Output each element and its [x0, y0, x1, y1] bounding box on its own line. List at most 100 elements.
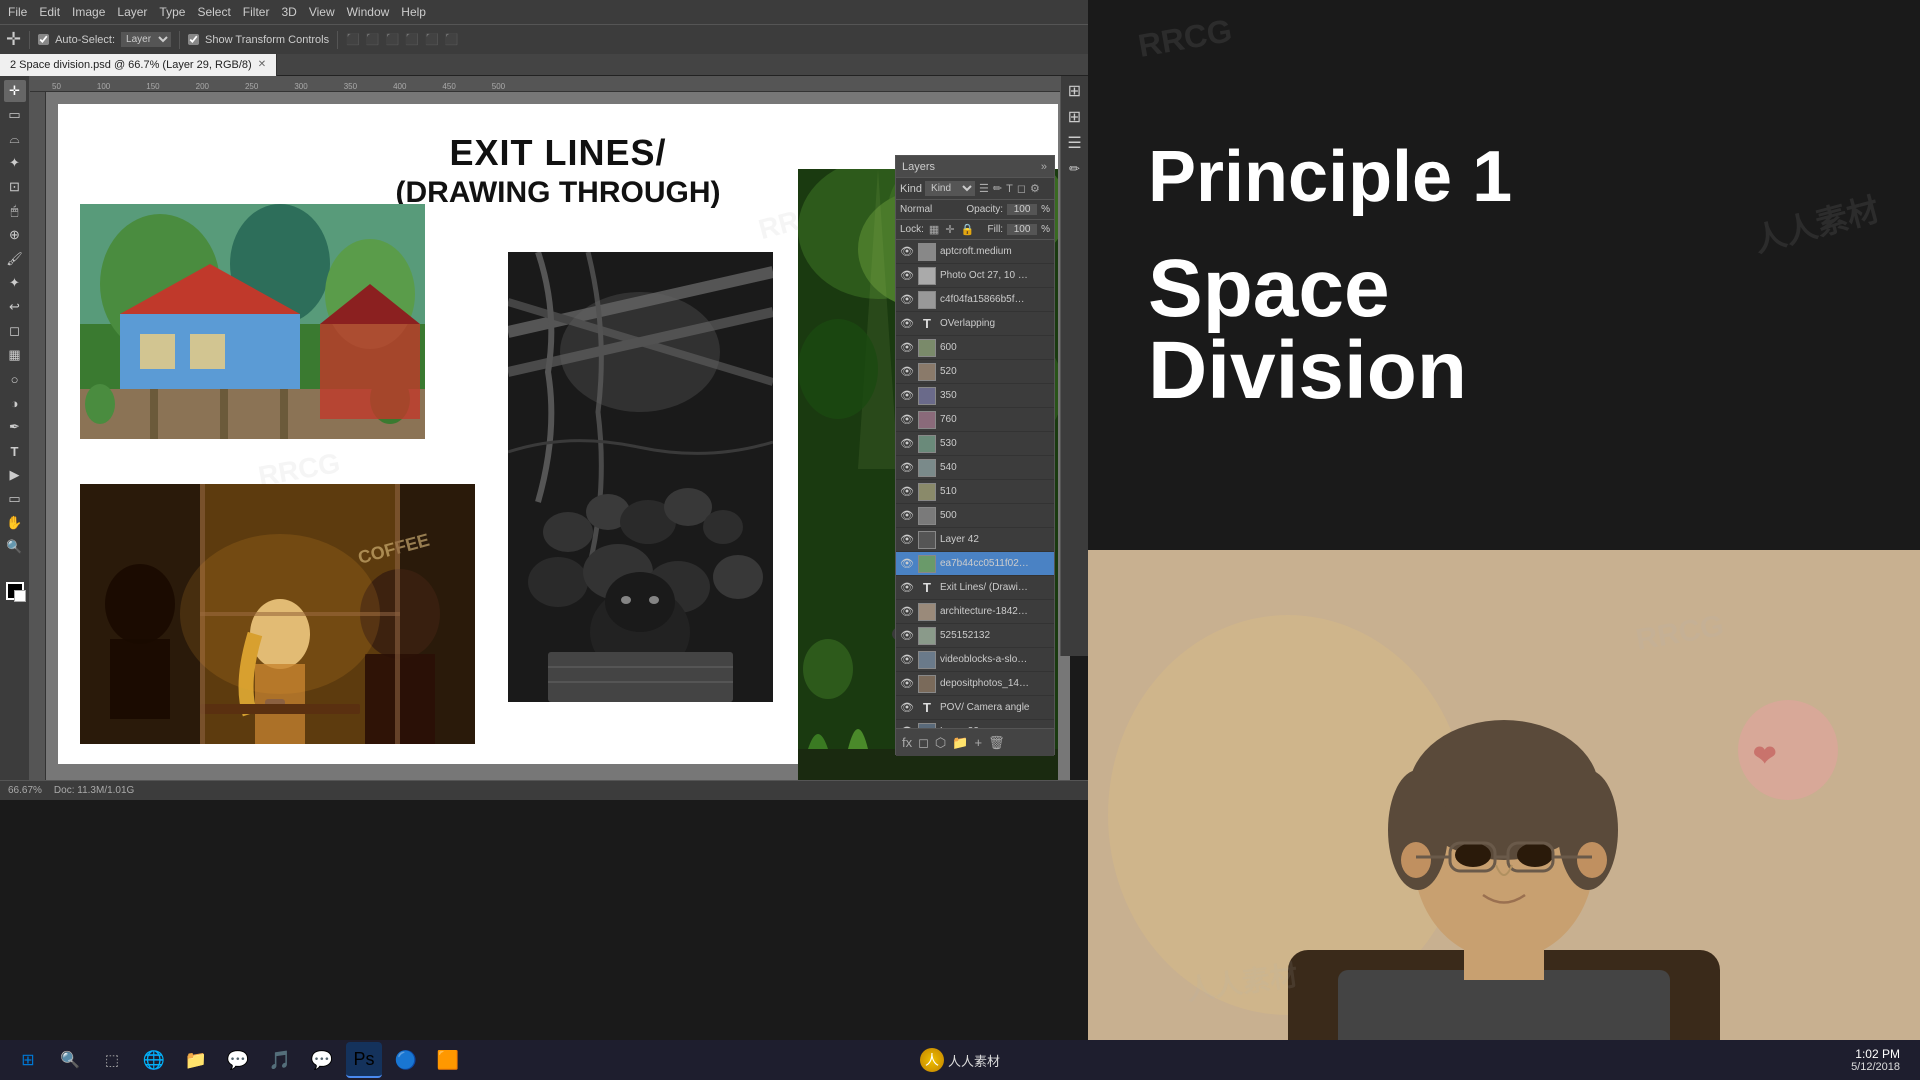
layer-visibility-toggle[interactable]: 👁	[900, 437, 914, 451]
blur-tool[interactable]: ○	[4, 368, 26, 390]
shape-filter-icon[interactable]: ◻	[1016, 181, 1027, 196]
layer-item[interactable]: 👁 videoblocks-a-slow-pus...	[896, 648, 1054, 672]
layer-mask-icon[interactable]: ◻	[918, 735, 929, 751]
align-top-icon[interactable]: ⬛	[405, 33, 419, 46]
menu-file[interactable]: File	[8, 5, 27, 19]
taskbar-messages[interactable]: 💬	[220, 1042, 256, 1078]
crop-tool[interactable]: ⊡	[4, 176, 26, 198]
auto-select-checkbox[interactable]	[38, 34, 49, 45]
layer-item[interactable]: 👁 540	[896, 456, 1054, 480]
pixel-filter-icon[interactable]: ☰	[978, 181, 990, 196]
menu-3d[interactable]: 3D	[281, 5, 296, 19]
layer-adjustment-icon[interactable]: ⬡	[935, 735, 946, 751]
menu-window[interactable]: Window	[347, 5, 390, 19]
align-bottom-icon[interactable]: ⬛	[445, 33, 459, 46]
align-left-icon[interactable]: ⬛	[346, 33, 360, 46]
pen-tool[interactable]: ✒	[4, 416, 26, 438]
taskbar-edge[interactable]: 🌐	[136, 1042, 172, 1078]
menu-layer[interactable]: Layer	[117, 5, 147, 19]
move-tool-icon[interactable]: ✛	[6, 29, 21, 50]
layer-item[interactable]: 👁 T POV/ Camera angle	[896, 696, 1054, 720]
layer-visibility-toggle[interactable]: 👁	[900, 509, 914, 523]
layer-visibility-toggle[interactable]: 👁	[900, 557, 914, 571]
close-tab-icon[interactable]: ✕	[258, 59, 266, 70]
layer-visibility-toggle[interactable]: 👁	[900, 701, 914, 715]
layer-visibility-toggle[interactable]: 👁	[900, 269, 914, 283]
menu-select[interactable]: Select	[197, 5, 230, 19]
layer-item[interactable]: 👁 aptcroft.medium	[896, 240, 1054, 264]
layers-expand-icon[interactable]: »	[1040, 160, 1048, 174]
layer-item[interactable]: 👁 350	[896, 384, 1054, 408]
text-filter-icon[interactable]: T	[1005, 182, 1014, 196]
type-tool[interactable]: T	[4, 440, 26, 462]
shape-tool[interactable]: ▭	[4, 488, 26, 510]
gradient-tool[interactable]: ▦	[4, 344, 26, 366]
layer-delete-icon[interactable]: 🗑	[988, 735, 1005, 751]
layer-visibility-toggle[interactable]: 👁	[900, 485, 914, 499]
layer-new-icon[interactable]: +	[974, 735, 982, 750]
ps-grid-icon[interactable]: ⊞	[1064, 80, 1086, 102]
history-brush-tool[interactable]: ↩	[4, 296, 26, 318]
move-tool[interactable]: ✛	[4, 80, 26, 102]
layer-item[interactable]: 👁 520	[896, 360, 1054, 384]
select-rect-tool[interactable]: ▭	[4, 104, 26, 126]
menu-type[interactable]: Type	[159, 5, 185, 19]
layer-item[interactable]: 👁 Layer 42	[896, 528, 1054, 552]
menu-view[interactable]: View	[309, 5, 335, 19]
menu-filter[interactable]: Filter	[243, 5, 270, 19]
ps-grid2-icon[interactable]: ⊞	[1064, 106, 1086, 128]
layer-visibility-toggle[interactable]: 👁	[900, 389, 914, 403]
layer-item[interactable]: 👁 Photo Oct 27, 10 51 18 ...	[896, 264, 1054, 288]
taskbar-music[interactable]: 🎵	[262, 1042, 298, 1078]
show-transform-checkbox[interactable]	[188, 34, 199, 45]
layer-item[interactable]: 👁 500	[896, 504, 1054, 528]
dodge-tool[interactable]: ◑	[4, 392, 26, 414]
layer-item[interactable]: 👁 525152132	[896, 624, 1054, 648]
layer-item-active[interactable]: 👁 ea7b44cc0511f02af90ec...	[896, 552, 1054, 576]
eyedropper-tool[interactable]: 🖱	[4, 200, 26, 222]
layer-item[interactable]: 👁 architecture-1842279_5...	[896, 600, 1054, 624]
taskbar-photoshop[interactable]: Ps	[346, 1042, 382, 1078]
background-color[interactable]	[14, 590, 26, 602]
layer-visibility-toggle[interactable]: 👁	[900, 365, 914, 379]
layer-visibility-toggle[interactable]: 👁	[900, 293, 914, 307]
layer-visibility-toggle[interactable]: 👁	[900, 653, 914, 667]
adjustment-filter-icon[interactable]: ✏	[992, 181, 1003, 196]
layer-visibility-toggle[interactable]: 👁	[900, 413, 914, 427]
taskbar-start[interactable]: ⊞	[10, 1042, 46, 1078]
brush-tool[interactable]: 🖌	[4, 248, 26, 270]
layer-visibility-toggle[interactable]: 👁	[900, 533, 914, 547]
hand-tool[interactable]: ✋	[4, 512, 26, 534]
zoom-tool[interactable]: 🔍	[4, 536, 26, 558]
layer-item[interactable]: 👁 760	[896, 408, 1054, 432]
layer-item[interactable]: 👁 c4f04fa15866b5f3f3659...	[896, 288, 1054, 312]
lasso-tool[interactable]: ⌓	[4, 128, 26, 150]
layer-item[interactable]: 👁 530	[896, 432, 1054, 456]
layer-item[interactable]: 👁 600	[896, 336, 1054, 360]
active-tab[interactable]: 2 Space division.psd @ 66.7% (Layer 29, …	[0, 54, 277, 76]
layer-link-icon[interactable]: fx	[902, 735, 912, 750]
auto-select-dropdown[interactable]: Layer Group	[121, 32, 171, 47]
layer-item[interactable]: 👁 Layer 33	[896, 720, 1054, 728]
smart-filter-icon[interactable]: ⚙	[1029, 181, 1041, 196]
fill-input[interactable]	[1007, 224, 1037, 235]
lock-position-icon[interactable]: ✛	[944, 222, 955, 237]
taskbar-chrome[interactable]: 🔵	[388, 1042, 424, 1078]
taskbar-app2[interactable]: 🟧	[430, 1042, 466, 1078]
align-right-icon[interactable]: ⬛	[386, 33, 400, 46]
layer-visibility-toggle[interactable]: 👁	[900, 605, 914, 619]
heal-tool[interactable]: ⊕	[4, 224, 26, 246]
layer-item[interactable]: 👁 510	[896, 480, 1054, 504]
layer-visibility-toggle[interactable]: 👁	[900, 461, 914, 475]
layer-group-icon[interactable]: 📁	[952, 735, 968, 751]
clone-stamp-tool[interactable]: ✦	[4, 272, 26, 294]
lock-pixel-icon[interactable]: ▦	[928, 222, 940, 237]
layers-kind-select[interactable]: Kind	[925, 181, 975, 196]
align-center-icon[interactable]: ⬛	[366, 33, 380, 46]
layer-visibility-toggle[interactable]: 👁	[900, 581, 914, 595]
path-select-tool[interactable]: ▶	[4, 464, 26, 486]
eraser-tool[interactable]: ◻	[4, 320, 26, 342]
layer-visibility-toggle[interactable]: 👁	[900, 677, 914, 691]
ps-adjust-icon[interactable]: ☰	[1064, 132, 1086, 154]
menu-image[interactable]: Image	[72, 5, 105, 19]
